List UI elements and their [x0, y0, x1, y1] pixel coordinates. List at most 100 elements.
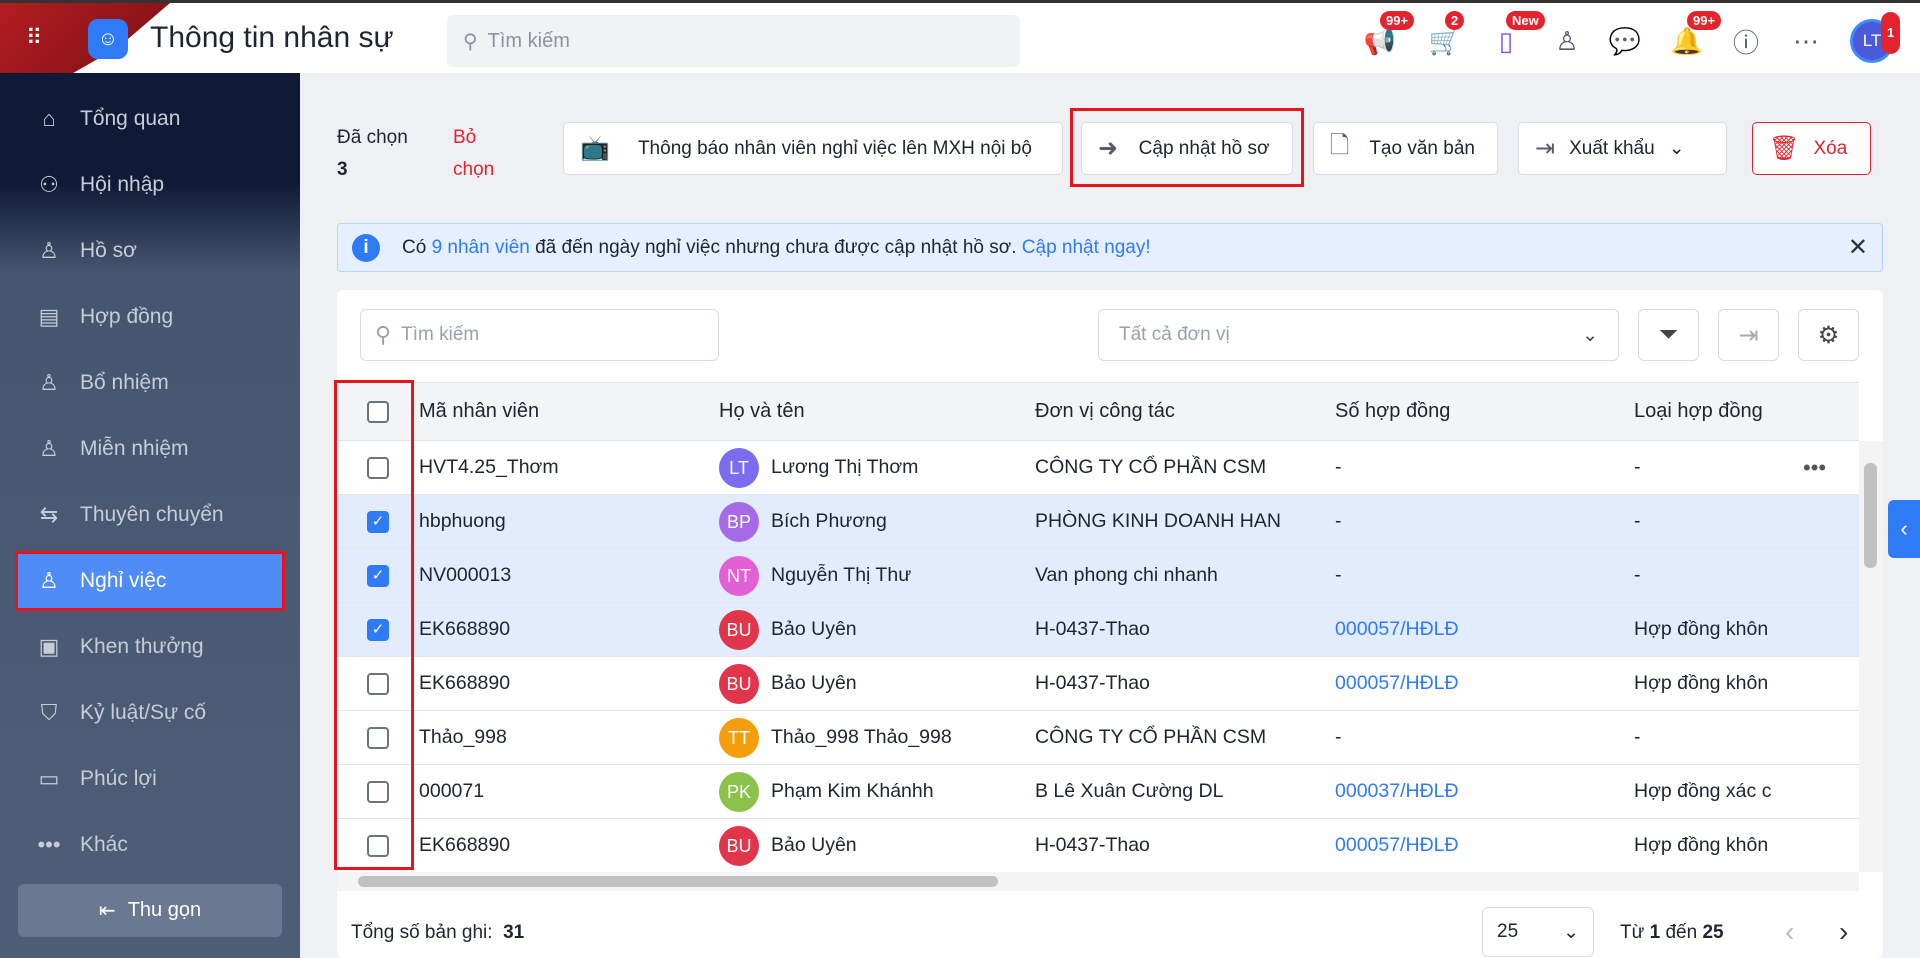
- create-document-button[interactable]: 🗋 Tạo văn bản: [1313, 122, 1498, 175]
- sidebar-item[interactable]: ⌂ Tổng quan: [18, 92, 282, 146]
- table-row[interactable]: Thảo_998 TT Thảo_998 Thảo_998 CÔNG TY CỔ …: [337, 711, 1859, 765]
- employee-name-cell: BU Bảo Uyên: [719, 657, 857, 710]
- employee-name-cell: BU Bảo Uyên: [719, 819, 857, 872]
- sidebar-icon: ▤: [38, 304, 60, 329]
- sidebar-icon: ♙: [39, 370, 59, 395]
- table-row[interactable]: EK668890 BU Bảo Uyên H-0437-Thao 000057/H…: [337, 657, 1859, 711]
- filter-button[interactable]: ⏷: [1638, 309, 1699, 361]
- sidebar-item[interactable]: ⛉ Kỷ luật/Sự cố: [18, 686, 282, 740]
- apps-grid-icon[interactable]: ⠿: [26, 25, 52, 51]
- vertical-scroll-thumb[interactable]: [1864, 463, 1877, 568]
- contract-type: Hợp đồng khôn: [1634, 618, 1769, 640]
- more-icon[interactable]: ⋯: [1788, 23, 1824, 59]
- avatar: BU: [719, 825, 759, 866]
- row-checkbox[interactable]: [367, 456, 389, 479]
- global-search-input[interactable]: ⚲ Tìm kiếm: [447, 15, 1020, 67]
- table-row[interactable]: ✓ NV000013 NT Nguyễn Thị Thư Van phong ch…: [337, 549, 1859, 603]
- row-checkbox[interactable]: ✓: [367, 564, 389, 587]
- collapse-sidebar-button[interactable]: ⇤ Thu gọn: [18, 884, 282, 937]
- add-user-icon[interactable]: ♙: [1549, 23, 1585, 59]
- table-row[interactable]: EK668890 BU Bảo Uyên H-0437-Thao 000057/H…: [337, 819, 1859, 873]
- sidebar-icon: ♙: [39, 238, 59, 263]
- employee-count-link[interactable]: 9 nhân viên: [432, 237, 530, 259]
- row-checkbox[interactable]: [367, 780, 389, 803]
- sidebar-item[interactable]: ♙ Bổ nhiệm: [18, 356, 282, 410]
- row-actions-icon[interactable]: •••: [1803, 441, 1826, 494]
- sidebar-icon: ♙: [39, 436, 59, 461]
- expand-panel-button[interactable]: ‹: [1888, 500, 1920, 558]
- next-page-button[interactable]: ›: [1839, 916, 1848, 948]
- update-now-link[interactable]: Cập nhật ngay!: [1022, 237, 1151, 259]
- bell-icon[interactable]: 🔔 99+: [1669, 11, 1722, 59]
- contract-number[interactable]: 000057/HĐLĐ: [1335, 603, 1459, 656]
- contract-number: -: [1335, 510, 1342, 532]
- deselect-link[interactable]: Bỏ chọn: [453, 122, 513, 186]
- settings-button[interactable]: ⚙: [1798, 309, 1859, 361]
- column-header[interactable]: Họ và tên: [719, 383, 805, 440]
- row-checkbox[interactable]: [367, 726, 389, 749]
- sidebar-item-label: Khen thưởng: [80, 635, 204, 658]
- sidebar-item[interactable]: ♙ Nghỉ việc: [15, 551, 285, 611]
- column-header[interactable]: Số hợp đồng: [1335, 383, 1450, 440]
- row-checkbox[interactable]: [367, 834, 389, 857]
- sidebar-item[interactable]: ♙ Hồ sơ: [18, 224, 282, 278]
- sidebar-icon: •••: [37, 832, 61, 857]
- contract-number[interactable]: 000057/HĐLĐ: [1335, 819, 1459, 872]
- phone-icon[interactable]: ▯ New: [1488, 11, 1545, 59]
- notify-resignation-button[interactable]: 📺 Thông báo nhân viên nghỉ việc lên MXH n…: [563, 122, 1063, 175]
- select-all-checkbox[interactable]: [367, 400, 389, 423]
- row-checkbox[interactable]: ✓: [367, 618, 389, 641]
- user-avatar[interactable]: LT 1: [1850, 12, 1901, 63]
- table-search-input[interactable]: ⚲ Tìm kiếm: [360, 309, 719, 361]
- export-button[interactable]: ⇥ Xuất khẩu ⌄: [1518, 122, 1727, 175]
- table-row[interactable]: ✓ hbphuong BP Bích Phương PHÒNG KINH DOAN…: [337, 495, 1859, 549]
- sidebar-item-label: Bổ nhiệm: [80, 371, 169, 394]
- search-icon: ⚲: [375, 322, 392, 347]
- export-table-button[interactable]: ⇥: [1718, 309, 1779, 361]
- sidebar-item[interactable]: ▭ Phúc lợi: [18, 752, 282, 806]
- close-icon[interactable]: ✕: [1848, 233, 1868, 262]
- chat-icon[interactable]: 💬: [1607, 23, 1643, 59]
- employee-name-cell: BP Bích Phương: [719, 495, 887, 548]
- row-checkbox[interactable]: [367, 672, 389, 695]
- sidebar-item[interactable]: ⇆ Thuyên chuyển: [18, 488, 282, 542]
- sidebar-icon: ⚇: [39, 172, 59, 197]
- contract-number[interactable]: 000057/HĐLĐ: [1335, 657, 1459, 710]
- page-range: Từ 1 đến 25: [1620, 922, 1724, 943]
- table-row[interactable]: HVT4.25_Thơm LT Lương Thị Thơm CÔNG TY CỔ…: [337, 441, 1859, 495]
- sidebar-item[interactable]: ♙ Miễn nhiệm: [18, 422, 282, 476]
- table-header: Mã nhân viên Họ và tên Đơn vị công tác S…: [337, 382, 1859, 441]
- cart-icon[interactable]: 🛒 2: [1427, 11, 1465, 59]
- contract-number[interactable]: 000037/HĐLĐ: [1335, 765, 1459, 818]
- table-row[interactable]: ✓ EK668890 BU Bảo Uyên H-0437-Thao 000057…: [337, 603, 1859, 657]
- sidebar-item[interactable]: ▤ Hợp đồng: [18, 290, 282, 344]
- row-checkbox[interactable]: ✓: [367, 510, 389, 533]
- sidebar-item[interactable]: ⚇ Hội nhập: [18, 158, 282, 212]
- sidebar-item-label: Nghỉ việc: [80, 569, 167, 592]
- unit-select[interactable]: Tất cả đơn vị ⌄: [1098, 309, 1619, 361]
- help-icon[interactable]: ⓘ: [1728, 23, 1764, 59]
- table-row[interactable]: 000071 PK Phạm Kim Khánhh B Lê Xuân Cường…: [337, 765, 1859, 819]
- contract-type: Hợp đồng khôn: [1634, 834, 1769, 856]
- unit: PHÒNG KINH DOANH HAN: [1035, 510, 1281, 532]
- sidebar-item[interactable]: ••• Khác: [18, 818, 282, 872]
- page-size-select[interactable]: 25 ⌄: [1482, 907, 1594, 957]
- column-header[interactable]: Mã nhân viên: [419, 383, 539, 440]
- contract-number: -: [1335, 564, 1342, 586]
- contract-type: -: [1634, 456, 1641, 478]
- sidebar-item-label: Hội nhập: [80, 173, 165, 196]
- employee-name-cell: LT Lương Thị Thơm: [719, 441, 918, 494]
- column-header[interactable]: Đơn vị công tác: [1035, 383, 1175, 440]
- info-icon: i: [352, 233, 380, 262]
- avatar: NT: [719, 555, 759, 596]
- column-header[interactable]: Loại hợp đồng: [1634, 383, 1763, 440]
- announcement-icon[interactable]: 📢 99+: [1362, 11, 1415, 59]
- employee-code: EK668890: [419, 672, 511, 694]
- employee-name-cell: PK Phạm Kim Khánhh: [719, 765, 934, 818]
- document-icon: 🗋: [1330, 132, 1350, 159]
- prev-page-button[interactable]: ‹: [1785, 916, 1794, 948]
- delete-button[interactable]: 🗑 Xóa: [1752, 122, 1871, 175]
- update-profile-button[interactable]: ➜ Cập nhật hồ sơ: [1081, 122, 1293, 175]
- horizontal-scroll-thumb[interactable]: [358, 876, 998, 887]
- sidebar-item[interactable]: ▣ Khen thưởng: [18, 620, 282, 674]
